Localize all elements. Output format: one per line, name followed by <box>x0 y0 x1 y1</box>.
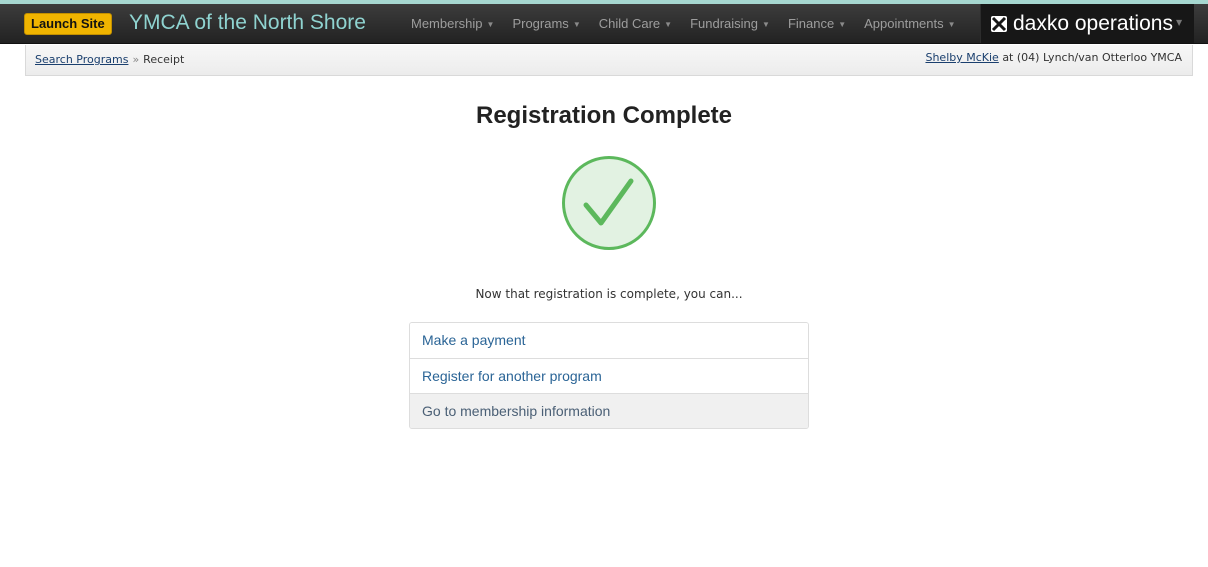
daxko-logo-icon <box>991 15 1007 32</box>
nav-programs[interactable]: Programs ▼ <box>503 4 589 43</box>
nav-label: Child Care <box>598 16 661 31</box>
make-payment-link[interactable]: Make a payment <box>410 323 808 358</box>
caret-down-icon: ▼ <box>762 20 770 29</box>
breadcrumb: Search Programs » Receipt <box>35 53 184 66</box>
nav-label: Appointments <box>864 16 944 31</box>
page-title: Registration Complete <box>475 102 733 129</box>
caret-down-icon: ▼ <box>1175 18 1183 27</box>
caret-down-icon: ▼ <box>486 20 495 29</box>
register-another-program-link[interactable]: Register for another program <box>410 358 808 393</box>
nav-finance[interactable]: Finance ▼ <box>779 4 855 43</box>
caret-down-icon: ▼ <box>838 20 847 29</box>
nav-label: Fundraising <box>690 16 759 31</box>
user-location: at (04) Lynch/van Otterloo YMCA <box>1002 51 1182 64</box>
breadcrumb-bar: Search Programs » Receipt Shelby McKie at … <box>25 45 1193 76</box>
caret-down-icon: ▼ <box>664 20 673 29</box>
breadcrumb-current: Receipt <box>143 53 185 66</box>
breadcrumb-link-search-programs[interactable]: Search Programs <box>35 53 128 66</box>
nav-child-care[interactable]: Child Care ▼ <box>590 4 681 43</box>
nav-fundraising[interactable]: Fundraising ▼ <box>681 4 779 43</box>
nav-label: Finance <box>787 16 835 31</box>
main-nav-menu: Membership ▼ Programs ▼ Child Care ▼ Fundra… <box>402 4 965 43</box>
success-check-icon <box>561 155 657 251</box>
breadcrumb-separator: » <box>132 53 140 66</box>
nav-label: Membership <box>411 16 483 31</box>
daxko-product-name: daxko operations <box>1013 11 1173 35</box>
nav-membership[interactable]: Membership ▼ <box>402 4 503 43</box>
next-steps-intro: Now that registration is complete, you c… <box>475 287 743 301</box>
launch-site-button[interactable]: Launch Site <box>24 13 112 35</box>
user-name-link[interactable]: Shelby McKie <box>925 51 998 64</box>
daxko-operations-menu[interactable]: daxko operations ▼ <box>980 4 1194 43</box>
caret-down-icon: ▼ <box>572 20 581 29</box>
organization-name[interactable]: YMCA of the North Shore <box>129 11 366 35</box>
nav-label: Programs <box>512 16 569 31</box>
top-navbar: Launch Site YMCA of the North Shore Memb… <box>0 4 1208 44</box>
membership-information-link[interactable]: Go to membership information <box>410 393 808 428</box>
user-info: Shelby McKie at (04) Lynch/van Otterloo … <box>925 51 1182 64</box>
nav-appointments[interactable]: Appointments ▼ <box>855 4 964 43</box>
caret-down-icon: ▼ <box>947 20 956 29</box>
next-steps-list: Make a payment Register for another prog… <box>409 322 809 429</box>
